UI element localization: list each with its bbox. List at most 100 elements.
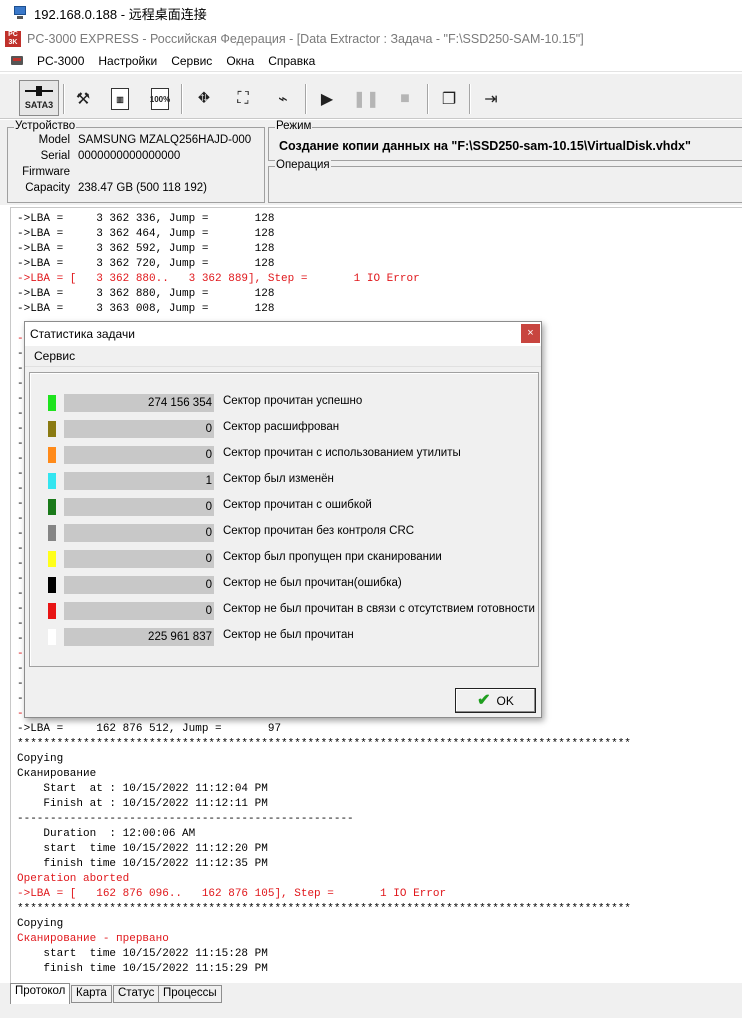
color-swatch-icon	[48, 447, 56, 463]
pipe-icon: ⛖	[197, 90, 211, 107]
stat-row: 0 Сектор был пропущен при сканировании	[44, 549, 534, 569]
device-group: Устройство Model SAMSUNG MZALQ256HAJD-00…	[7, 120, 265, 203]
device-capacity-key: Capacity	[25, 182, 70, 194]
toolbar: SATA3 ⚒ ▥ 100% ⛖ ⛶ ⌁ ▶ ❚❚ ■ ❐ ⇥	[0, 73, 742, 119]
color-swatch-icon	[48, 577, 56, 593]
log-line: Finish at : 10/15/2022 11:12:11 PM	[17, 798, 268, 810]
play-button[interactable]: ▶	[310, 82, 344, 116]
menu-bar: PC-3000 Настройки Сервис Окна Справка	[0, 50, 742, 72]
ok-button[interactable]: ✔ OK	[455, 688, 536, 713]
pc3000-menu-icon[interactable]	[10, 54, 26, 68]
stat-row: 0 Сектор прочитан без контроля CRC	[44, 523, 534, 543]
operation-group-title: Операция	[275, 159, 331, 171]
search-button[interactable]: ⛶	[226, 82, 260, 116]
map-button[interactable]: ⌁	[266, 82, 300, 116]
mode-group-title: Режим	[275, 120, 313, 132]
stat-value: 1	[64, 472, 214, 490]
log-line: start time 10/15/2022 11:12:20 PM	[17, 843, 268, 855]
log-line: Copying	[17, 753, 64, 765]
rdp-title-bar: 192.168.0.188 - 远程桌面连接	[0, 0, 742, 26]
log-line-fragment: -	[17, 468, 24, 480]
menu-settings[interactable]: Настройки	[91, 54, 164, 68]
tab-map[interactable]: Карта	[71, 985, 112, 1003]
remote-desktop-icon	[12, 6, 28, 20]
toolbar-separator	[469, 84, 471, 114]
stat-row: 0 Сектор не был прочитан(ошибка)	[44, 575, 534, 595]
menu-service[interactable]: Сервис	[164, 54, 219, 68]
stat-row: 0 Сектор расшифрован	[44, 419, 534, 439]
log-line: Operation aborted	[17, 873, 130, 885]
pc3000-logo-icon: PC 3K	[5, 31, 21, 47]
stat-row: 274 156 354 Сектор прочитан успешно	[44, 393, 534, 413]
stop-icon: ■	[400, 90, 410, 107]
device-capacity-value: 238.47 GB (500 118 192)	[78, 182, 207, 194]
stat-label: Сектор прочитан с использованием утилиты	[223, 447, 461, 459]
memory-button[interactable]: ▥	[103, 82, 137, 116]
log-line-fragment: -	[17, 393, 24, 405]
tab-processes[interactable]: Процессы	[158, 985, 222, 1003]
exit-button[interactable]: ⇥	[474, 82, 508, 116]
stat-label: Сектор прочитан успешно	[223, 395, 363, 407]
stat-label: Сектор не был прочитан	[223, 629, 354, 641]
log-line: ->LBA = 162 876 512, Jump = 97	[17, 723, 282, 735]
dialog-title: Статистика задачи	[30, 327, 135, 341]
sata-connector-icon	[25, 86, 53, 96]
sata-port-label: SATA3	[24, 100, 54, 110]
tab-status[interactable]: Статус	[113, 985, 160, 1003]
log-line-fragment: -	[17, 603, 24, 615]
percent-doc-icon: 100%	[150, 88, 170, 110]
windows-button[interactable]: ❐	[432, 82, 466, 116]
windows-icon: ❐	[441, 91, 457, 108]
menu-windows[interactable]: Окна	[219, 54, 261, 68]
log-line: Duration : 12:00:06 AM	[17, 828, 196, 840]
log-line-fragment: -	[17, 558, 24, 570]
exit-icon: ⇥	[484, 91, 498, 108]
stat-value: 0	[64, 446, 214, 464]
color-swatch-icon	[48, 499, 56, 515]
log-line-fragment: -	[17, 708, 24, 720]
color-swatch-icon	[48, 629, 56, 645]
log-line: finish time 10/15/2022 11:15:29 PM	[17, 963, 268, 975]
color-swatch-icon	[48, 603, 56, 619]
stat-value: 0	[64, 524, 214, 542]
log-line-fragment: -	[17, 513, 24, 525]
log-line: ->LBA = [ 162 876 096.. 162 876 105], St…	[17, 888, 447, 900]
log-line-fragment: -	[17, 408, 24, 420]
dialog-menu-service[interactable]: Сервис	[34, 349, 75, 363]
tools-button[interactable]: ⚒	[66, 82, 100, 116]
color-swatch-icon	[48, 395, 56, 411]
log-line: Сканирование	[17, 768, 97, 780]
stat-label: Сектор не был прочитан в связи с отсутст…	[223, 603, 535, 615]
log-line: ->LBA = 3 362 336, Jump = 128	[17, 213, 275, 225]
stat-label: Сектор расшифрован	[223, 421, 340, 433]
stat-label: Сектор был пропущен при сканировании	[223, 551, 442, 563]
stop-button[interactable]: ■	[388, 82, 422, 116]
tools-icon: ⚒	[75, 91, 91, 108]
percent-button[interactable]: 100%	[143, 82, 177, 116]
stat-label: Сектор был изменён	[223, 473, 334, 485]
stat-value: 0	[64, 576, 214, 594]
menu-help[interactable]: Справка	[261, 54, 322, 68]
stat-label: Сектор не был прочитан(ошибка)	[223, 577, 402, 589]
close-icon[interactable]: ×	[521, 324, 540, 343]
log-line-fragment: -	[17, 588, 24, 600]
sata-port-button[interactable]: SATA3	[19, 80, 59, 116]
dialog-title-bar[interactable]: Статистика задачи ×	[25, 322, 541, 346]
log-line: ->LBA = 3 362 592, Jump = 128	[17, 243, 275, 255]
memory-icon: ▥	[111, 88, 129, 110]
log-line-fragment: -	[17, 663, 24, 675]
stat-value: 0	[64, 602, 214, 620]
stat-value: 225 961 837	[64, 628, 214, 646]
device-serial-key: Serial	[40, 150, 70, 162]
log-line-fragment: -	[17, 693, 24, 705]
device-serial-row: Serial 0000000000000000	[8, 150, 181, 166]
toolbar-separator	[181, 84, 183, 114]
pipe-button[interactable]: ⛖	[187, 82, 221, 116]
pause-button[interactable]: ❚❚	[349, 82, 383, 116]
stat-value: 0	[64, 498, 214, 516]
log-line-fragment: -	[17, 498, 24, 510]
menu-pc3000[interactable]: PC-3000	[30, 54, 91, 68]
log-line-fragment: -	[17, 438, 24, 450]
tab-protocol[interactable]: Протокол	[10, 983, 71, 1004]
device-model-key: Model	[38, 134, 70, 146]
